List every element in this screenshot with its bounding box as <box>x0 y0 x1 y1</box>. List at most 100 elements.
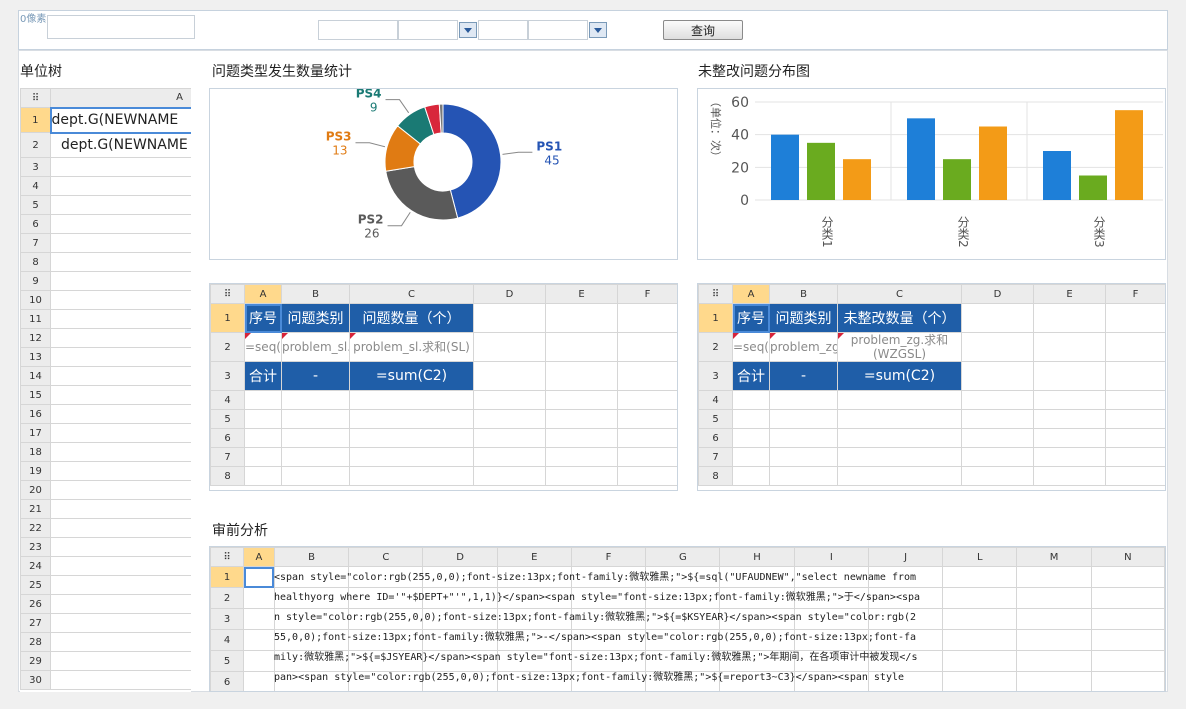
grid-cell[interactable] <box>473 361 546 391</box>
tree-cell[interactable] <box>50 176 191 196</box>
grid-cell[interactable] <box>617 361 677 391</box>
grid-cell[interactable] <box>1033 447 1106 467</box>
grid-cell[interactable] <box>281 409 350 429</box>
grid-cell[interactable] <box>1105 332 1165 362</box>
grid-corner[interactable]: ⠿ <box>20 88 51 108</box>
grid-cell[interactable] <box>1105 390 1165 410</box>
grid-cell[interactable] <box>961 447 1034 467</box>
header-cell[interactable]: 序号 <box>732 303 770 333</box>
tree-cell[interactable] <box>50 157 191 177</box>
col-header[interactable]: B <box>281 284 350 304</box>
header-cell[interactable]: 序号 <box>244 303 282 333</box>
row-header[interactable]: 3 <box>698 361 733 391</box>
header-cell[interactable]: 问题类别 <box>769 303 838 333</box>
col-header[interactable]: M <box>1016 547 1092 567</box>
col-header[interactable]: F <box>617 284 677 304</box>
grid-cell[interactable] <box>473 428 546 448</box>
grid-cell[interactable] <box>1033 409 1106 429</box>
grid-cell[interactable] <box>732 390 770 410</box>
grid-cell[interactable] <box>942 650 1018 672</box>
grid-cell[interactable] <box>1090 650 1165 672</box>
total-cell[interactable]: 合计 <box>732 361 770 391</box>
grid-cell[interactable] <box>942 671 1018 691</box>
row-header[interactable]: 10 <box>20 290 51 310</box>
col-header[interactable]: E <box>545 284 618 304</box>
tree-cell-1[interactable]: dept.G(NEWNAME <box>49 106 191 134</box>
grid-cell[interactable] <box>244 409 282 429</box>
row-header[interactable]: 4 <box>210 629 244 651</box>
grid-cell[interactable] <box>349 428 474 448</box>
end-month-input[interactable] <box>528 20 588 40</box>
grid-cell[interactable] <box>769 390 838 410</box>
grid-cell[interactable] <box>1033 332 1106 362</box>
row-header[interactable]: 9 <box>20 271 51 291</box>
grid-cell[interactable] <box>1105 303 1165 333</box>
row-header[interactable]: 30 <box>20 670 51 690</box>
col-header[interactable]: B <box>769 284 838 304</box>
grid-corner[interactable]: ⠿ <box>698 284 733 304</box>
formula-cell[interactable]: problem_sl.求和(SL) <box>349 332 474 362</box>
grid-corner[interactable]: ⠿ <box>210 547 244 567</box>
grid-cell[interactable] <box>473 390 546 410</box>
tree-cell[interactable] <box>50 385 191 405</box>
grid-cell[interactable] <box>732 409 770 429</box>
grid-cell[interactable] <box>617 466 677 486</box>
row-header[interactable]: 29 <box>20 651 51 671</box>
row-header[interactable]: 8 <box>210 466 245 486</box>
tree-cell[interactable] <box>50 404 191 424</box>
grid-cell[interactable] <box>1033 303 1106 333</box>
row-header[interactable]: 13 <box>20 347 51 367</box>
unit-input[interactable] <box>47 15 195 39</box>
grid-cell[interactable] <box>473 332 546 362</box>
grid-cell[interactable] <box>961 466 1034 486</box>
grid-cell[interactable] <box>473 447 546 467</box>
row-header[interactable]: 15 <box>20 385 51 405</box>
grid-cell[interactable] <box>349 447 474 467</box>
grid-cell[interactable] <box>1105 361 1165 391</box>
total-cell[interactable]: =sum(C2) <box>349 361 474 391</box>
tree-cell-2[interactable]: dept.G(NEWNAME <box>50 132 191 158</box>
row-header[interactable]: 7 <box>20 233 51 253</box>
grid-cell[interactable] <box>1090 629 1165 651</box>
row-header[interactable]: 5 <box>210 650 244 672</box>
grid-cell[interactable] <box>473 409 546 429</box>
row-header[interactable]: 3 <box>210 361 245 391</box>
grid-cell[interactable] <box>243 566 275 588</box>
row-header[interactable]: 19 <box>20 461 51 481</box>
grid-cell[interactable] <box>545 466 618 486</box>
col-header[interactable]: G <box>645 547 721 567</box>
tree-cell[interactable] <box>50 651 191 671</box>
col-header[interactable]: C <box>349 284 474 304</box>
grid-cell[interactable] <box>349 390 474 410</box>
col-header[interactable]: D <box>473 284 546 304</box>
grid-cell[interactable] <box>837 409 962 429</box>
tree-cell[interactable] <box>50 575 191 595</box>
row-header[interactable]: 6 <box>210 428 245 448</box>
grid-cell[interactable] <box>961 332 1034 362</box>
grid-cell[interactable] <box>617 428 677 448</box>
col-header[interactable]: D <box>422 547 498 567</box>
grid-cell[interactable] <box>1033 428 1106 448</box>
grid-cell[interactable] <box>769 466 838 486</box>
tree-cell[interactable] <box>50 214 191 234</box>
grid-cell[interactable] <box>244 390 282 410</box>
query-button[interactable]: 查询 <box>663 20 743 40</box>
tree-cell[interactable] <box>50 594 191 614</box>
row-header[interactable]: 2 <box>210 587 244 609</box>
grid-cell[interactable] <box>769 409 838 429</box>
row-header[interactable]: 7 <box>698 447 733 467</box>
header-cell[interactable]: 未整改数量（个） <box>837 303 962 333</box>
tree-cell[interactable] <box>50 290 191 310</box>
row-header[interactable]: 21 <box>20 499 51 519</box>
grid-cell[interactable] <box>837 390 962 410</box>
row-header[interactable]: 1 <box>210 303 245 333</box>
row-header[interactable]: 22 <box>20 518 51 538</box>
grid-cell[interactable] <box>1016 608 1092 630</box>
row-header[interactable]: 12 <box>20 328 51 348</box>
grid-cell[interactable] <box>545 447 618 467</box>
grid-cell[interactable] <box>243 650 275 672</box>
row-header[interactable]: 3 <box>20 157 51 177</box>
col-header[interactable]: A <box>244 284 282 304</box>
col-header[interactable]: A <box>243 547 275 567</box>
grid-cell[interactable] <box>1090 671 1165 691</box>
